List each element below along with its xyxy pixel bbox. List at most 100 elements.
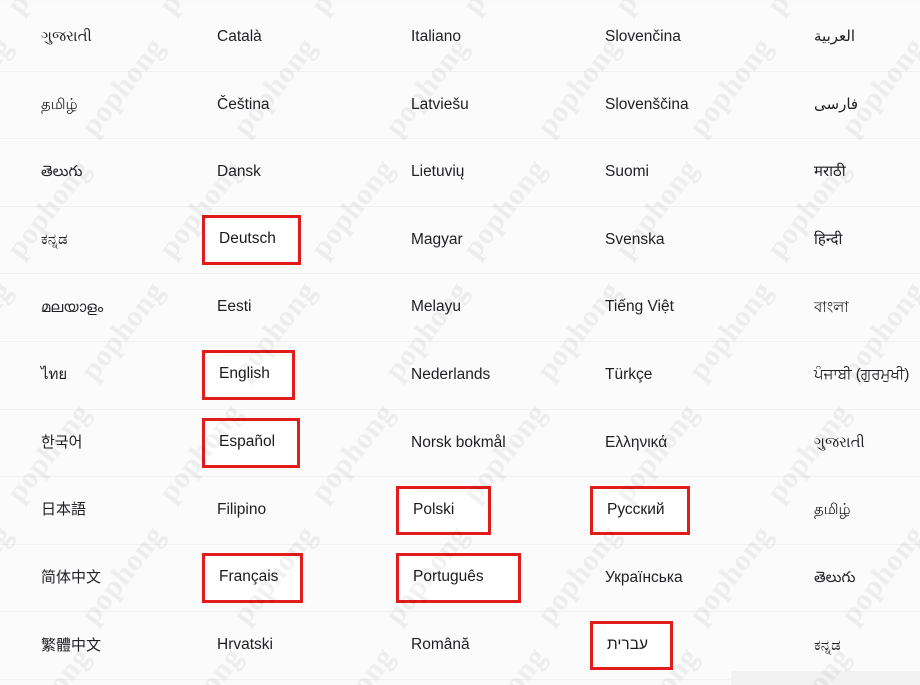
language-option[interactable]: 繁體中文	[0, 612, 200, 680]
language-label: தமிழ்	[814, 501, 851, 519]
language-label: ਪੰਜਾਬੀ (ਗੁਰਮੁਖੀ)	[814, 366, 910, 384]
language-option[interactable]: Русский	[590, 477, 788, 545]
language-label: Čeština	[217, 95, 270, 113]
language-label: हिन्दी	[814, 231, 843, 249]
language-label: Latviešu	[411, 95, 469, 113]
language-option[interactable]: Polski	[396, 477, 592, 545]
language-label: 한국어	[41, 433, 83, 451]
language-option[interactable]: ગુજરાતી	[788, 409, 920, 478]
language-label: Melayu	[411, 298, 461, 316]
language-label: ગુજરાતી	[814, 433, 865, 451]
language-option[interactable]: తెలుగు	[0, 139, 200, 207]
language-label: Lietuvių	[411, 163, 465, 181]
language-label: తెలుగు	[814, 569, 856, 587]
language-option[interactable]: English	[200, 341, 397, 410]
language-option[interactable]: Filipino	[200, 477, 397, 545]
language-label: فارسی	[814, 95, 859, 113]
language-option[interactable]: العربية	[788, 4, 920, 72]
language-option[interactable]: Slovenčina	[592, 4, 788, 72]
language-option[interactable]: Lietuvių	[397, 139, 592, 207]
language-label: 繁體中文	[41, 636, 102, 654]
column-1: ગુજરાતી தமிழ் తెలుగు ಕನ್ನಡ മലയാളം ไทย 한국어 日本語简体…	[0, 0, 200, 685]
language-label-highlighted: Français	[202, 553, 304, 603]
language-label: বাংলা	[814, 298, 849, 316]
language-label: ಕನ್ನಡ	[41, 231, 68, 249]
language-option[interactable]: 한국어	[0, 409, 200, 478]
language-option[interactable]: 简体中文	[0, 544, 200, 613]
column-3: Italiano Latviešu Lietuvių Magyar Melayu Nede…	[396, 0, 592, 685]
language-label: Română	[411, 636, 470, 654]
language-label-highlighted: English	[202, 350, 295, 401]
language-label: Eesti	[217, 298, 252, 316]
language-option[interactable]: ਪੰਜਾਬੀ (ਗੁਰਮੁਖੀ)	[788, 341, 920, 410]
language-option[interactable]: मराठी	[788, 139, 920, 207]
language-option[interactable]: Hrvatski	[200, 612, 397, 680]
language-option[interactable]: ગુજરાતી	[0, 4, 200, 72]
language-option[interactable]: Dansk	[200, 139, 397, 207]
language-option[interactable]: Norsk bokmål	[397, 409, 592, 478]
language-option[interactable]: Eesti	[200, 274, 397, 342]
language-label: Italiano	[411, 28, 461, 45]
language-picker-screen: pophongpophongpophongpophongpophongpopho…	[0, 0, 920, 685]
language-option[interactable]: Čeština	[200, 71, 397, 140]
language-option[interactable]: ಕನ್ನಡ	[788, 612, 920, 680]
language-label: தமிழ்	[41, 95, 78, 113]
language-label-highlighted: Português	[396, 553, 521, 603]
language-option[interactable]: বাংলা	[788, 274, 920, 342]
language-label: Suomi	[605, 163, 649, 181]
language-option[interactable]: தமிழ்	[0, 71, 200, 140]
language-option[interactable]: Svenska	[592, 206, 788, 275]
language-option[interactable]: Українська	[592, 544, 788, 613]
language-label: मराठी	[814, 163, 846, 181]
language-label: Nederlands	[411, 365, 491, 383]
language-option[interactable]: தமிழ்	[788, 477, 920, 545]
language-label: Українська	[605, 568, 683, 586]
language-option[interactable]: Magyar	[397, 206, 592, 275]
language-option[interactable]: Português	[396, 544, 592, 613]
language-option[interactable]: Nederlands	[397, 341, 592, 410]
column-5: العربية فارسی मराठी हिन्दी বাংলা ਪੰਜਾਬੀ (ਗੁਰਮ…	[788, 0, 920, 685]
language-label: മലയാളം	[41, 298, 104, 316]
language-option[interactable]: Latviešu	[397, 71, 592, 140]
language-option[interactable]: Suomi	[592, 139, 788, 207]
language-label: Magyar	[411, 230, 463, 248]
language-label-highlighted: Русский	[590, 485, 690, 536]
bottom-edge-artifact	[731, 671, 920, 685]
language-label: العربية	[814, 28, 855, 46]
language-grid: ગુજરાતી தமிழ் తెలుగు ಕನ್ನಡ മലയാളം ไทย 한국어 日本語简体…	[0, 0, 920, 685]
language-label: Slovenščina	[605, 95, 689, 113]
language-option[interactable]: فارسی	[788, 71, 920, 140]
language-label: Slovenčina	[605, 28, 681, 45]
language-option[interactable]: Italiano	[397, 4, 592, 72]
language-label: Dansk	[217, 163, 261, 181]
language-option[interactable]: Français	[200, 544, 397, 613]
language-label: Norsk bokmål	[411, 433, 506, 451]
language-option[interactable]: 日本語	[0, 477, 200, 545]
language-option[interactable]: Slovenščina	[592, 71, 788, 140]
language-option[interactable]: ಕನ್ನಡ	[0, 206, 200, 275]
language-option[interactable]: Tiếng Việt	[592, 274, 788, 342]
language-option[interactable]: Türkçe	[592, 341, 788, 410]
language-option[interactable]: Español	[200, 409, 397, 478]
language-option[interactable]: Ελληνικά	[592, 409, 788, 478]
column-4: Slovenčina Slovenščina Suomi Svenska Tiếng V…	[590, 0, 788, 685]
language-option[interactable]: తెలుగు	[788, 544, 920, 613]
language-label: ไทย	[41, 366, 68, 384]
language-option[interactable]: हिन्दी	[788, 206, 920, 275]
language-label: తెలుగు	[41, 163, 83, 181]
language-option[interactable]: עברית	[590, 612, 788, 680]
language-label: Hrvatski	[217, 636, 273, 654]
language-option[interactable]: Deutsch	[200, 206, 397, 275]
language-label: 日本語	[41, 501, 87, 519]
language-option[interactable]: Română	[397, 612, 592, 680]
language-option[interactable]: Melayu	[397, 274, 592, 342]
language-label: Català	[217, 28, 262, 45]
column-2: Català Čeština Dansk Deutsch Eesti English Esp…	[200, 0, 397, 685]
language-option[interactable]: മലയാളം	[0, 274, 200, 342]
language-label: Tiếng Việt	[605, 298, 674, 316]
language-label: 简体中文	[41, 569, 102, 587]
language-label: Svenska	[605, 230, 665, 248]
language-option[interactable]: ไทย	[0, 341, 200, 410]
language-label: ಕನ್ನಡ	[814, 636, 841, 654]
language-option[interactable]: Català	[200, 4, 397, 72]
